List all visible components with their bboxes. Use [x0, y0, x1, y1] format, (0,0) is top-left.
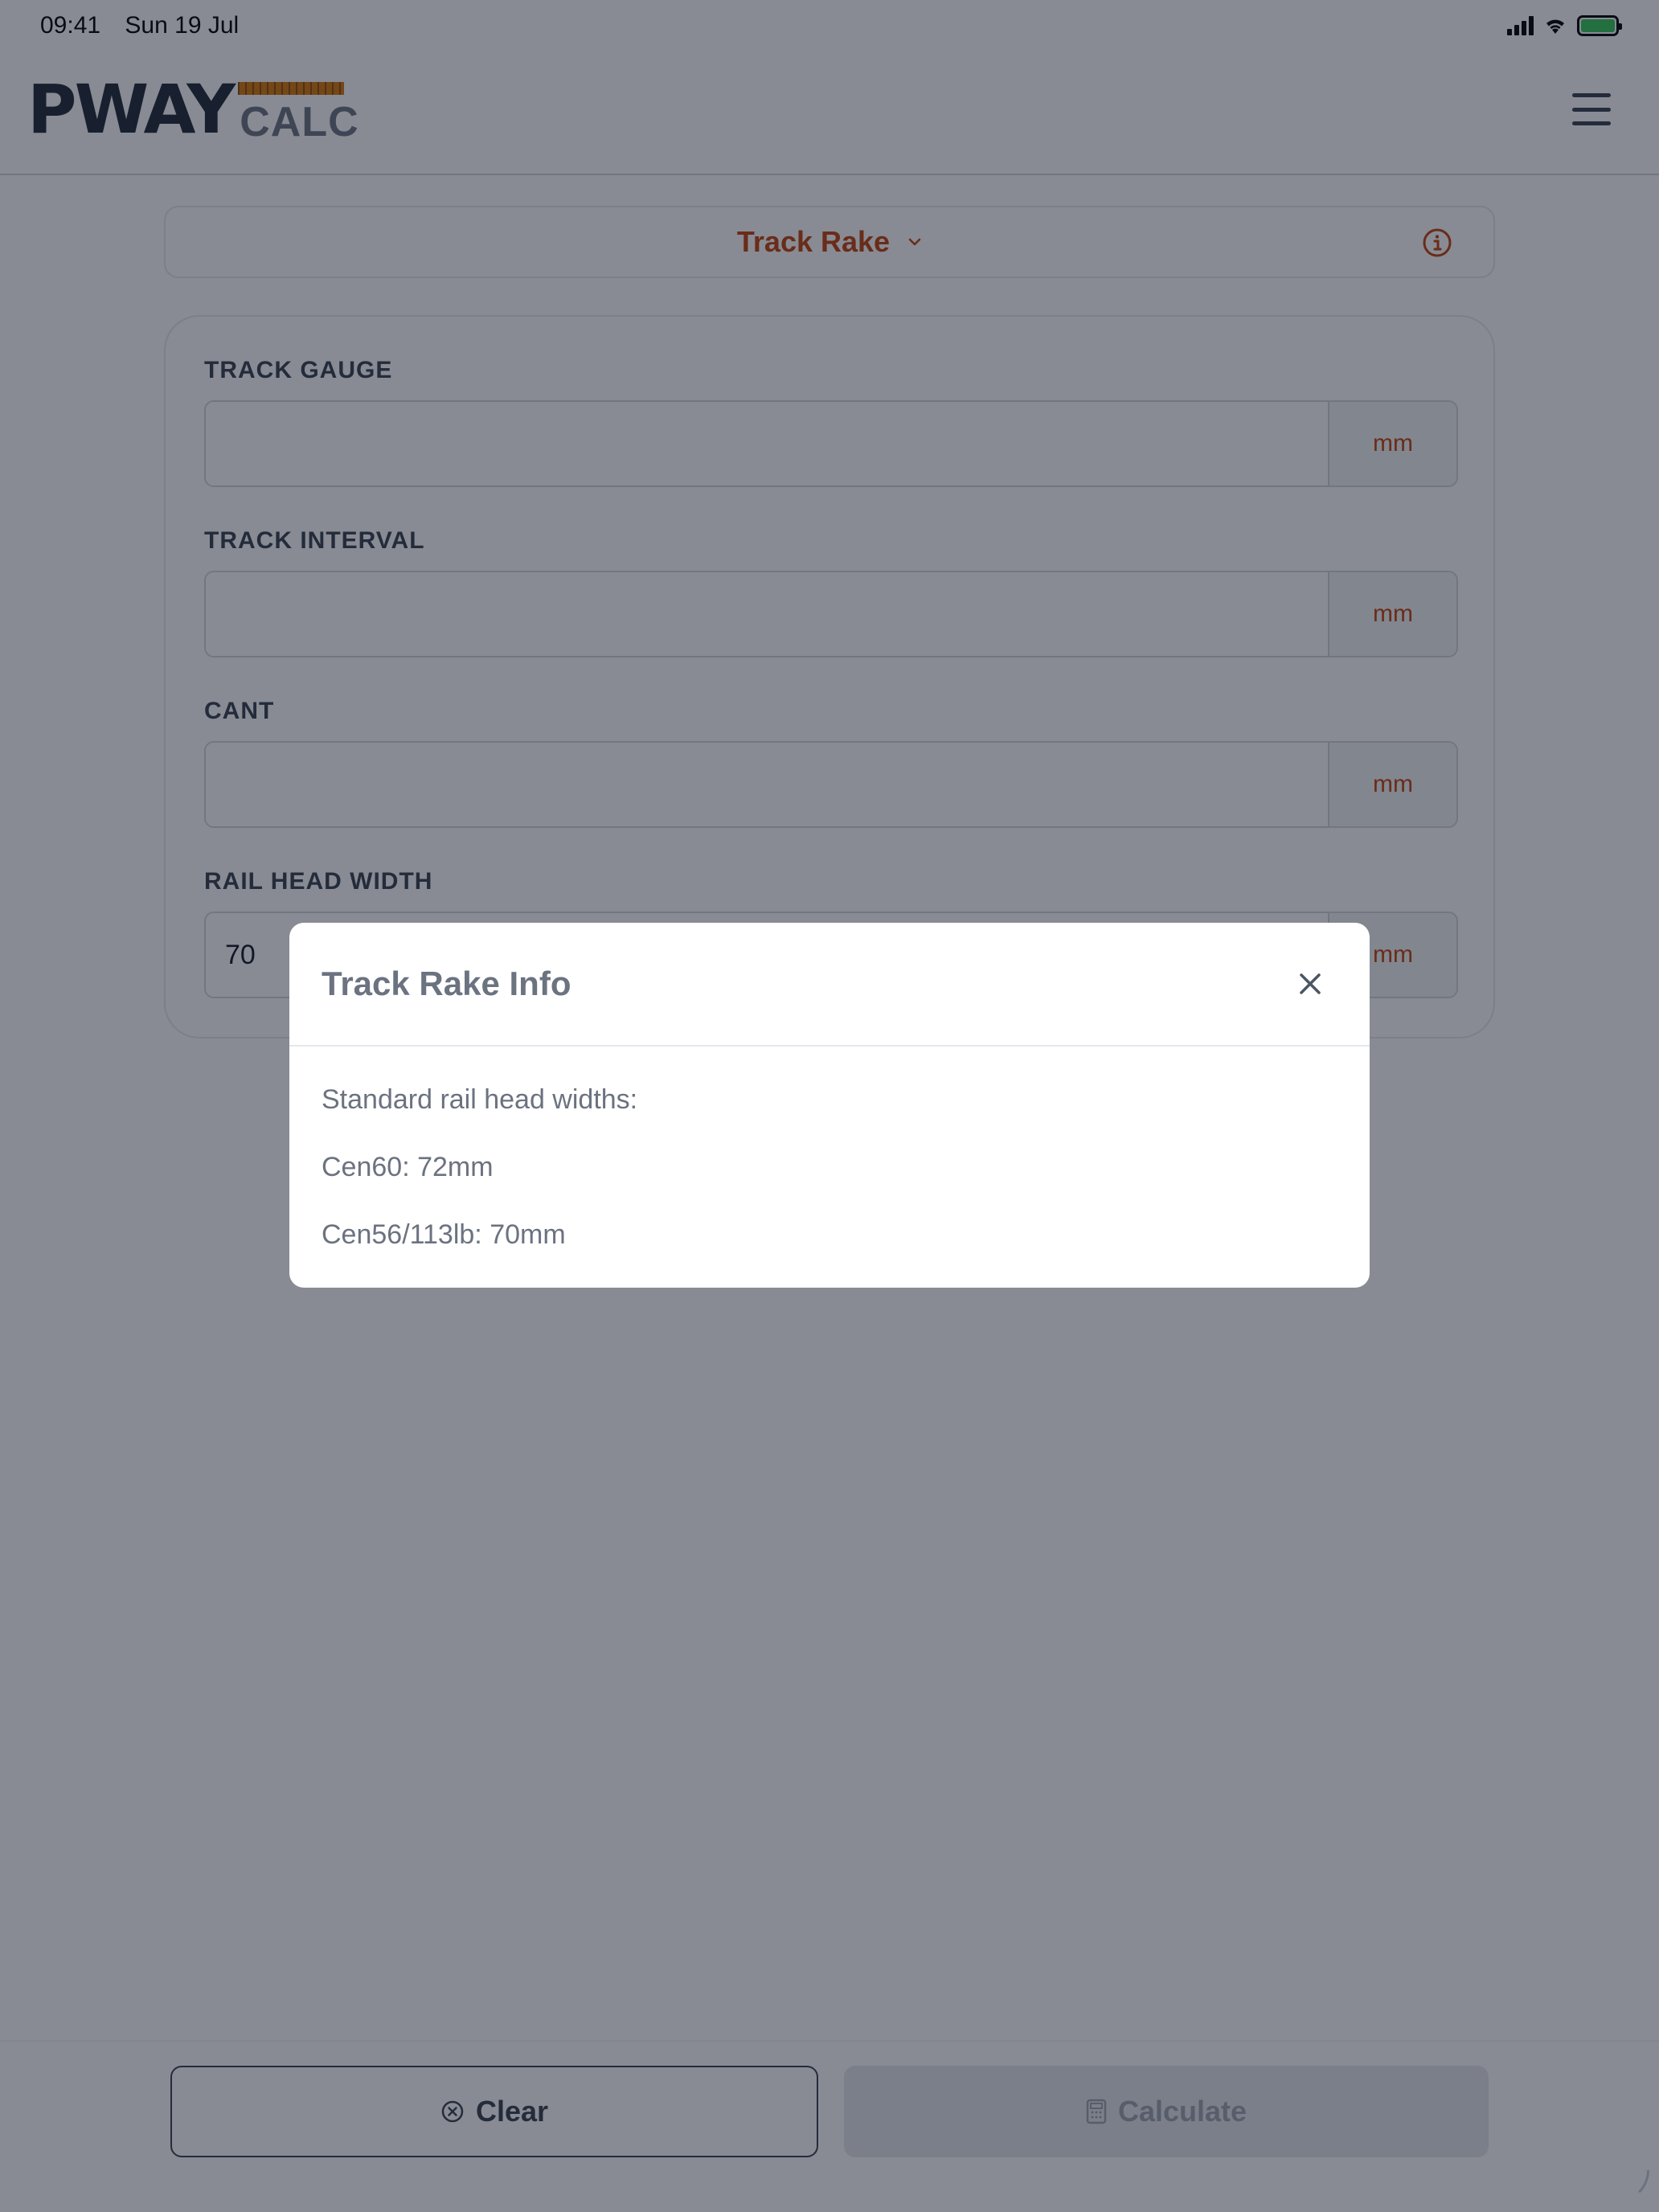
modal-text-line: Cen56/113lb: 70mm — [322, 1219, 566, 1250]
modal-title: Track Rake Info — [322, 965, 571, 1002]
modal-text-line: Standard rail head widths: — [322, 1084, 638, 1115]
modal-body: Standard rail head widths: Cen60: 72mm C… — [289, 1047, 1370, 1284]
close-icon[interactable] — [1296, 969, 1325, 998]
modal-header: Track Rake Info — [289, 923, 1370, 1047]
info-modal: Track Rake Info Standard rail head width… — [289, 923, 1370, 1288]
modal-text-line: Cen60: 72mm — [322, 1152, 494, 1182]
